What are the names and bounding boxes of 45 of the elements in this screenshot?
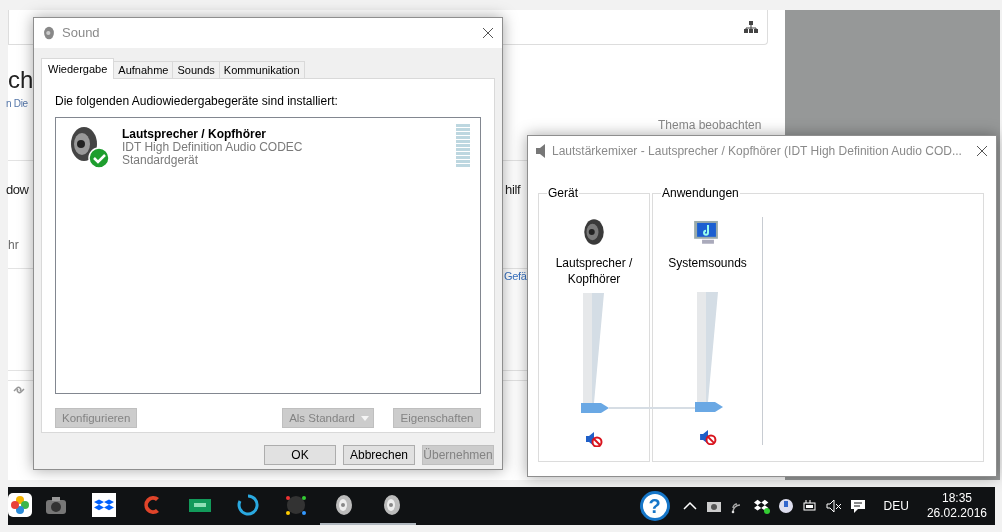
muted-speaker-icon[interactable] bbox=[585, 431, 603, 447]
channel-name: Lautsprecher / Kopfhörer bbox=[554, 255, 634, 288]
sitemap-icon bbox=[744, 21, 758, 33]
tab[interactable]: Kommunikation bbox=[218, 61, 305, 79]
language-indicator[interactable]: DEU bbox=[883, 497, 909, 515]
level-meter bbox=[456, 124, 470, 168]
dialog-button[interactable]: Abbrechen bbox=[343, 445, 415, 465]
close-icon[interactable] bbox=[482, 27, 494, 39]
device-status: Standardgerät bbox=[122, 154, 200, 167]
side-link[interactable]: Gefä bbox=[504, 268, 527, 285]
device-name[interactable]: Lautsprecher / Kopfhörer bbox=[122, 128, 303, 141]
shield-icon[interactable] bbox=[777, 498, 794, 514]
volume-track[interactable] bbox=[696, 292, 719, 403]
side-title: hilf bbox=[505, 181, 521, 199]
watch-link[interactable]: Thema beobachten bbox=[658, 116, 762, 134]
instruction-text: Die folgenden Audiowiedergabegeräte sind installiert: bbox=[55, 93, 339, 110]
muted-speaker-icon[interactable] bbox=[698, 429, 717, 445]
row-note: hr bbox=[8, 237, 19, 254]
channel-name: Systemsounds bbox=[667, 254, 748, 272]
dark-disc-icon bbox=[284, 493, 308, 517]
group-label: Anwendungen bbox=[661, 185, 740, 201]
slider-thumb[interactable] bbox=[581, 403, 609, 413]
close-icon[interactable] bbox=[976, 145, 988, 157]
row-title: dow bbox=[6, 181, 29, 199]
slider-thumb[interactable] bbox=[694, 402, 723, 413]
speaker-icon bbox=[536, 144, 546, 158]
volume-track[interactable] bbox=[583, 293, 605, 403]
help-button[interactable]: ? bbox=[639, 491, 670, 521]
flower-icon bbox=[8, 493, 32, 517]
page-heading: ch bbox=[8, 65, 34, 95]
clock-time[interactable]: 18:35 bbox=[926, 491, 987, 506]
notification-icon[interactable] bbox=[849, 498, 866, 514]
box-icon[interactable] bbox=[753, 498, 770, 514]
box-icon bbox=[92, 493, 116, 517]
ring-icon bbox=[236, 493, 260, 517]
window-title: Lautstärkemixer - Lautsprecher / Kopfhörer (IDT High Definition Audio COD... bbox=[552, 143, 963, 160]
clock-date[interactable]: 26.02.2016 bbox=[926, 506, 987, 521]
dialog-button[interactable]: OK bbox=[264, 445, 336, 465]
device-driver: IDT High Definition Audio CODEC bbox=[122, 141, 303, 154]
window-title: Sound bbox=[62, 24, 101, 43]
battery-icon[interactable] bbox=[801, 498, 818, 514]
page-subtitle: n Die bbox=[6, 97, 28, 111]
speaker-icon bbox=[42, 26, 56, 40]
muted-speaker-icon[interactable] bbox=[825, 498, 842, 514]
tab[interactable]: Wiedergabe bbox=[41, 58, 115, 79]
